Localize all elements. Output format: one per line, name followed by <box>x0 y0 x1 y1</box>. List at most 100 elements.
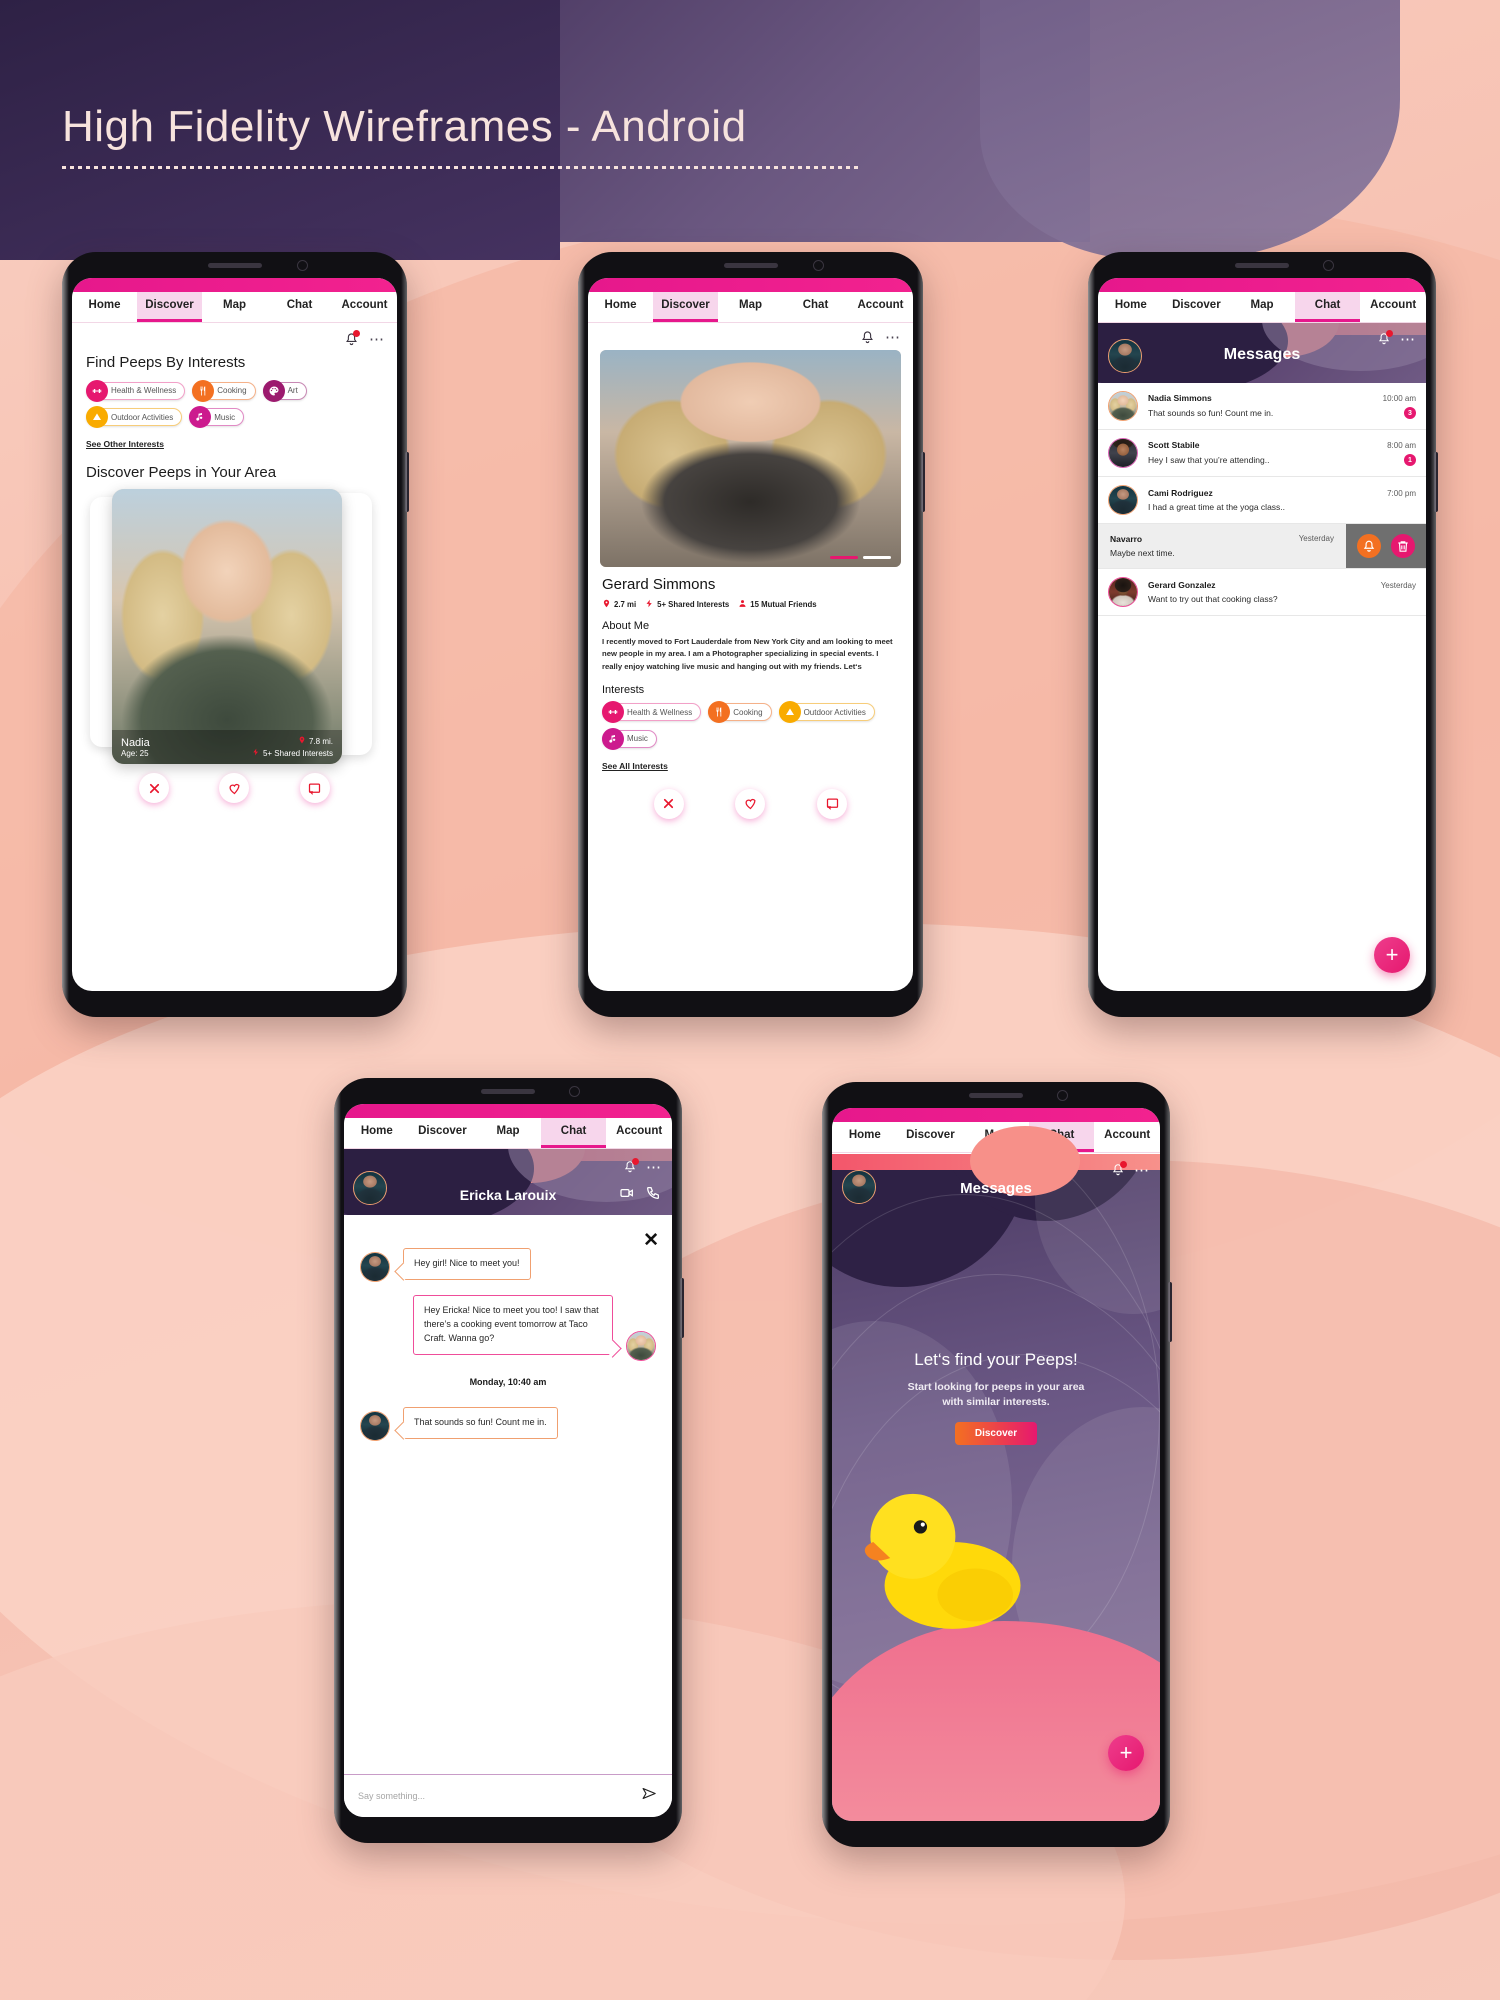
tab-chat[interactable]: Chat <box>783 292 848 322</box>
interest-chip-health-wellness[interactable]: Health & Wellness <box>602 701 702 724</box>
avatar[interactable] <box>1108 391 1138 421</box>
person-icon <box>738 598 747 611</box>
chat-input[interactable]: Say something... <box>358 1791 425 1801</box>
tab-map[interactable]: Map <box>1229 292 1295 322</box>
interest-chip-outdoor-activities[interactable]: Outdoor Activities <box>778 701 875 724</box>
tab-home[interactable]: Home <box>72 292 137 322</box>
new-message-fab[interactable]: + <box>1374 937 1410 973</box>
phone-speaker <box>723 263 778 268</box>
tab-discover[interactable]: Discover <box>137 292 202 322</box>
bell-icon[interactable] <box>1377 330 1393 348</box>
delete-button[interactable] <box>1391 534 1415 558</box>
pass-button[interactable] <box>139 773 170 803</box>
message-button[interactable] <box>299 773 330 803</box>
swipe-actions[interactable] <box>1346 524 1426 568</box>
mute-notification-button[interactable] <box>1357 534 1381 558</box>
interest-chip-outdoor-activities[interactable]: Outdoor Activities <box>86 406 183 428</box>
more-options-icon[interactable]: ⋯ <box>885 330 901 345</box>
profile-stats: 2.7 mi 5+ Shared Interests 15 Mutual Frien… <box>588 593 913 611</box>
message-sender-name: Gerard Gonzalez <box>1148 580 1216 590</box>
tab-map[interactable]: Map <box>475 1118 541 1148</box>
like-button[interactable] <box>735 788 766 819</box>
tab-account[interactable]: Account <box>606 1118 672 1148</box>
tab-bar[interactable]: Home Discover Map Chat Account <box>588 292 913 323</box>
more-options-icon[interactable]: ⋯ <box>369 332 385 347</box>
tab-chat[interactable]: Chat <box>540 1118 607 1148</box>
message-list-item[interactable]: Nadia Simmons 10:00 am That sounds so fun!… <box>1098 383 1426 430</box>
chat-message-list: Hey girl! Nice to meet you! Hey Ericka! N… <box>344 1222 672 1441</box>
tab-chat[interactable]: Chat <box>1294 292 1361 322</box>
tab-discover[interactable]: Discover <box>898 1122 964 1152</box>
interest-chip-list[interactable]: Health & Wellness Cooking Outdoor Activiti… <box>588 701 913 755</box>
tab-account[interactable]: Account <box>1094 1122 1160 1152</box>
video-call-icon[interactable] <box>619 1185 635 1206</box>
tab-account[interactable]: Account <box>848 292 913 322</box>
tab-discover[interactable]: Discover <box>653 292 718 322</box>
message-list-item[interactable]: Cami Rodriguez 7:00 pm I had a great time … <box>1098 477 1426 524</box>
photo-dot-active[interactable] <box>830 556 858 559</box>
tab-discover[interactable]: Discover <box>410 1118 476 1148</box>
chat-input-bar[interactable]: Say something... <box>344 1774 672 1817</box>
avatar[interactable] <box>1108 577 1138 607</box>
profile-stat: 5+ Shared Interests <box>645 598 729 611</box>
interest-chip-cooking[interactable]: Cooking <box>192 379 256 402</box>
tab-bar[interactable]: Home Discover Map Chat Account <box>344 1118 672 1149</box>
empty-subtext-line2: with similar interests. <box>942 1396 1050 1408</box>
tab-bar[interactable]: Home Discover Map Chat Account <box>72 292 397 323</box>
message-button[interactable] <box>817 788 848 819</box>
interest-chip-music[interactable]: Music <box>602 727 657 750</box>
message-sender-name: Nadia Simmons <box>1148 393 1212 403</box>
tab-home[interactable]: Home <box>832 1122 898 1152</box>
new-message-fab[interactable]: + <box>1108 1735 1144 1771</box>
tab-home[interactable]: Home <box>588 292 653 322</box>
message-list[interactable]: Nadia Simmons 10:00 am That sounds so fun!… <box>1098 383 1426 616</box>
interest-chip-list[interactable]: Health & Wellness Cooking Art Outdoor Activ… <box>72 379 397 433</box>
tab-chat[interactable]: Chat <box>267 292 332 322</box>
phone-call-icon[interactable] <box>645 1185 661 1206</box>
avatar[interactable] <box>360 1252 390 1282</box>
cutlery-icon <box>192 379 215 402</box>
tab-account[interactable]: Account <box>332 292 397 322</box>
photo-pagination[interactable] <box>830 556 891 559</box>
send-icon[interactable] <box>641 1785 658 1807</box>
message-list-item[interactable]: Scott Stabile 8:00 am Hey I saw that you’r… <box>1098 430 1426 477</box>
see-other-interests-link[interactable]: See Other Interests <box>86 439 164 449</box>
like-button[interactable] <box>219 773 250 803</box>
interest-chip-health-wellness[interactable]: Health & Wellness <box>86 379 186 402</box>
tab-bar[interactable]: Home Discover Map Chat Account <box>1098 292 1426 323</box>
tab-discover[interactable]: Discover <box>1164 292 1230 322</box>
message-list-item[interactable]: Navarro Yesterday Maybe next time. <box>1098 524 1426 569</box>
bell-icon[interactable] <box>860 329 875 346</box>
avatar[interactable] <box>1108 485 1138 515</box>
messages-header: Messages ⋯ <box>1098 323 1426 383</box>
photo-dot[interactable] <box>863 556 891 559</box>
pass-button[interactable] <box>653 788 684 819</box>
more-options-icon[interactable]: ⋯ <box>1400 332 1416 347</box>
tab-home[interactable]: Home <box>344 1118 410 1148</box>
more-options-icon[interactable]: ⋯ <box>646 1160 662 1175</box>
see-all-interests-link[interactable]: See All Interests <box>602 761 668 771</box>
message-sender-name: Cami Rodriguez <box>1148 488 1213 498</box>
bell-icon[interactable] <box>623 1158 639 1176</box>
message-list-item[interactable]: Gerard Gonzalez Yesterday Want to try out … <box>1098 569 1426 616</box>
tab-account[interactable]: Account <box>1360 292 1426 322</box>
discover-button[interactable]: Discover <box>954 1422 1038 1445</box>
tab-map[interactable]: Map <box>718 292 783 322</box>
avatar[interactable] <box>360 1411 390 1441</box>
avatar[interactable] <box>1108 438 1138 468</box>
profile-hero-photo[interactable] <box>600 350 901 567</box>
tab-home[interactable]: Home <box>1098 292 1164 322</box>
notification-dot <box>1386 330 1393 337</box>
interest-chip-music[interactable]: Music <box>189 406 245 428</box>
tab-map[interactable]: Map <box>202 292 267 322</box>
interest-chip-art[interactable]: Art <box>262 379 307 402</box>
interest-chip-cooking[interactable]: Cooking <box>708 701 772 724</box>
about-title: About Me <box>602 620 650 632</box>
bell-icon[interactable] <box>344 330 360 348</box>
close-icon[interactable]: ✕ <box>643 1231 659 1250</box>
profile-card[interactable]: Nadia Age: 25 7.8 mi. 5+ Shared Interest… <box>112 489 342 764</box>
avatar[interactable] <box>626 1331 656 1361</box>
more-options-icon[interactable]: ⋯ <box>1134 1163 1150 1178</box>
card-shared-interests: 5+ Shared Interests <box>262 748 333 758</box>
bell-icon[interactable] <box>1111 1161 1127 1179</box>
